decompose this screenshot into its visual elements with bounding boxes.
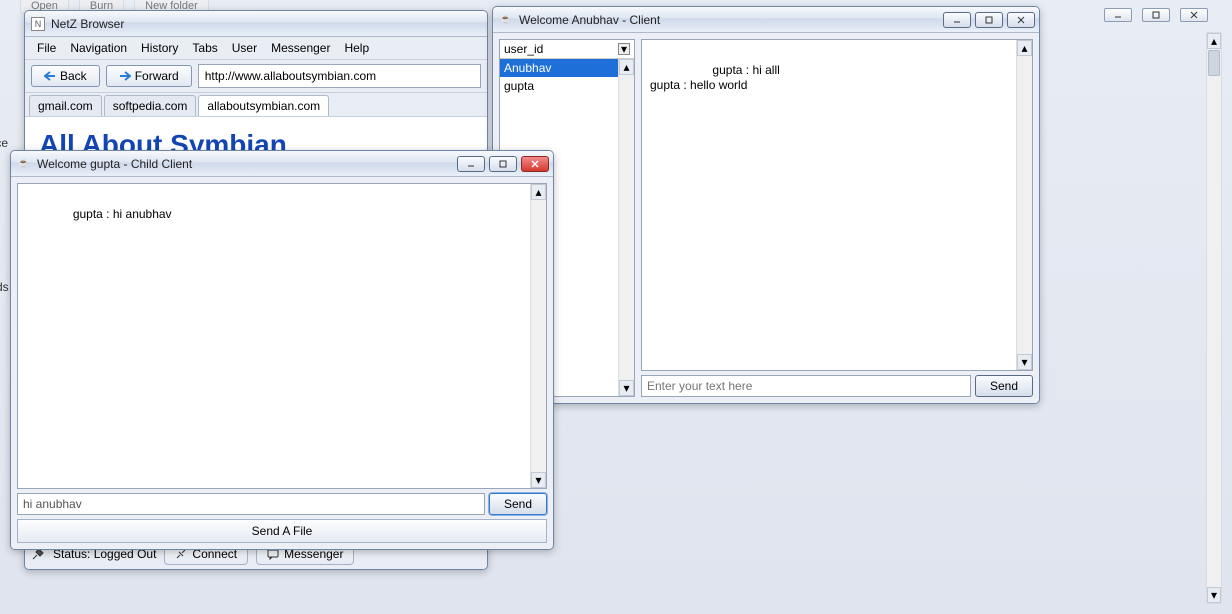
tab-softpedia[interactable]: softpedia.com (104, 95, 197, 116)
gupta-titlebar[interactable]: ☕ Welcome gupta - Child Client (11, 151, 553, 177)
bg-minimize-button[interactable] (1104, 8, 1132, 22)
anubhav-client-window: ☕ Welcome Anubhav - Client user_id ▾ Anu… (492, 6, 1040, 404)
scroll-down-icon[interactable]: ▾ (619, 380, 634, 396)
scroll-down-icon[interactable]: ▾ (531, 472, 546, 488)
browser-navbar: Back Forward (25, 60, 487, 93)
gupta-chat-log: gupta : hi anubhav ▴ ▾ (17, 183, 547, 489)
chat-text: gupta : hi anubhav (73, 207, 172, 221)
gupta-title: Welcome gupta - Child Client (37, 157, 451, 171)
user-row-anubhav[interactable]: Anubhav (500, 59, 634, 77)
anubhav-close-button[interactable] (1007, 12, 1035, 28)
tab-allaboutsymbian[interactable]: allaboutsymbian.com (198, 95, 329, 116)
scroll-up-icon[interactable]: ▴ (531, 184, 546, 200)
url-input[interactable] (198, 64, 481, 88)
java-icon: ☕ (499, 13, 513, 27)
forward-label: Forward (135, 69, 179, 83)
arrow-left-icon (44, 71, 56, 81)
menu-navigation[interactable]: Navigation (64, 39, 133, 57)
menu-history[interactable]: History (135, 39, 184, 57)
menu-file[interactable]: File (31, 39, 62, 57)
tab-gmail[interactable]: gmail.com (29, 95, 102, 116)
scroll-up-icon[interactable]: ▴ (1017, 40, 1032, 56)
anubhav-message-input[interactable] (641, 375, 971, 397)
scroll-up-icon[interactable]: ▴ (619, 59, 634, 75)
back-label: Back (60, 69, 87, 83)
gupta-send-button[interactable]: Send (489, 493, 547, 515)
forward-button[interactable]: Forward (106, 65, 192, 87)
back-button[interactable]: Back (31, 65, 100, 87)
browser-menubar: File Navigation History Tabs User Messen… (25, 37, 487, 60)
browser-tabs: gmail.com softpedia.com allaboutsymbian.… (25, 93, 487, 117)
gupta-maximize-button[interactable] (489, 156, 517, 172)
scroll-up-icon[interactable]: ▴ (1207, 33, 1221, 49)
bg-close-button[interactable] (1180, 8, 1208, 22)
anubhav-maximize-button[interactable] (975, 12, 1003, 28)
chevron-down-icon[interactable]: ▾ (618, 43, 630, 55)
chat-scrollbar[interactable]: ▴ ▾ (1016, 40, 1032, 370)
arrow-right-icon (119, 71, 131, 81)
bg-window-controls (1104, 8, 1208, 22)
gupta-close-button[interactable] (521, 156, 549, 172)
chat-scrollbar[interactable]: ▴ ▾ (530, 184, 546, 488)
browser-titlebar[interactable]: N NetZ Browser (25, 11, 487, 37)
user-header-label: user_id (504, 42, 543, 56)
scroll-down-icon[interactable]: ▾ (1207, 587, 1221, 603)
user-list-header[interactable]: user_id ▾ (500, 40, 634, 59)
scroll-thumb[interactable] (1208, 50, 1220, 76)
anubhav-title: Welcome Anubhav - Client (519, 13, 937, 27)
menu-tabs[interactable]: Tabs (186, 39, 223, 57)
gupta-client-window: ☕ Welcome gupta - Child Client gupta : h… (10, 150, 554, 550)
java-icon: ☕ (17, 157, 31, 171)
browser-app-icon: N (31, 17, 45, 31)
menu-messenger[interactable]: Messenger (265, 39, 336, 57)
menu-user[interactable]: User (226, 39, 263, 57)
user-list-scrollbar[interactable]: ▴ ▾ (618, 59, 634, 396)
bg-vertical-scrollbar[interactable]: ▴ ▾ (1206, 32, 1222, 604)
scroll-down-icon[interactable]: ▾ (1017, 354, 1032, 370)
chat-text: gupta : hi alll gupta : hello world (650, 63, 780, 92)
gupta-message-input[interactable] (17, 493, 485, 515)
gupta-minimize-button[interactable] (457, 156, 485, 172)
send-file-button[interactable]: Send A File (17, 519, 547, 543)
anubhav-chat-log: gupta : hi alll gupta : hello world ▴ ▾ (641, 39, 1033, 371)
browser-title: NetZ Browser (51, 17, 483, 31)
anubhav-send-button[interactable]: Send (975, 375, 1033, 397)
bg-maximize-button[interactable] (1142, 8, 1170, 22)
user-row-gupta[interactable]: gupta (500, 77, 634, 95)
anubhav-titlebar[interactable]: ☕ Welcome Anubhav - Client (493, 7, 1039, 33)
anubhav-minimize-button[interactable] (943, 12, 971, 28)
menu-help[interactable]: Help (338, 39, 375, 57)
